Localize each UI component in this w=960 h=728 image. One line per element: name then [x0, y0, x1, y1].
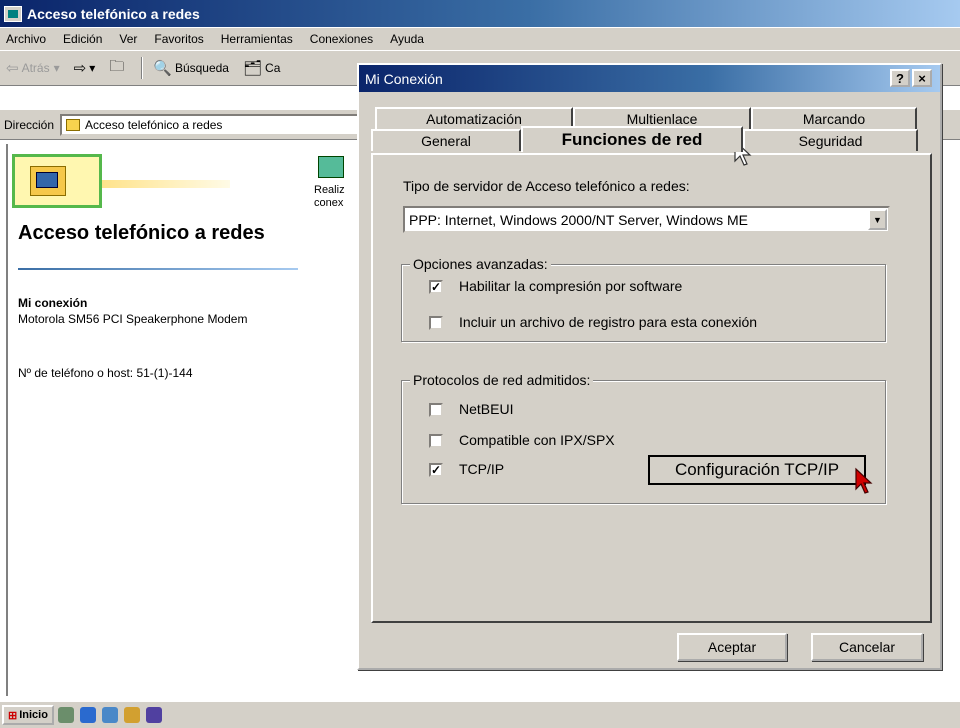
server-type-select[interactable]: PPP: Internet, Windows 2000/NT Server, W…: [403, 206, 890, 233]
menu-edicion[interactable]: Edición: [63, 32, 102, 46]
cancel-button[interactable]: Cancelar: [811, 633, 923, 661]
explorer-title: Acceso telefónico a redes: [27, 5, 200, 22]
taskbar: ⊞ Inicio: [0, 700, 960, 728]
dialog-titlebar: Mi Conexión ? ×: [359, 65, 940, 92]
server-type-value: PPP: Internet, Windows 2000/NT Server, W…: [409, 211, 748, 228]
tcpip-label[interactable]: TCP/IP: [459, 461, 504, 477]
outlook-icon[interactable]: [101, 707, 118, 723]
forward-dropdown-icon: ▾: [89, 61, 96, 75]
connection-name: Mi conexión: [18, 296, 88, 310]
accept-button[interactable]: Aceptar: [677, 633, 787, 661]
folders-button[interactable]: 🗂 Ca: [243, 59, 280, 77]
search-button[interactable]: 🔍 Búsqueda: [153, 59, 229, 77]
dialup-folder-icon: [4, 5, 22, 22]
windows-logo-icon: ⊞: [8, 709, 18, 722]
folders-label: Ca: [265, 61, 281, 75]
back-arrow-icon: ⇦: [6, 60, 19, 77]
explorer-titlebar: Acceso telefónico a redes: [0, 0, 960, 27]
internet-explorer-icon[interactable]: [79, 707, 96, 723]
up-folder-icon: 🗀: [109, 57, 125, 75]
side-panel-rule: [18, 268, 298, 270]
menu-ver[interactable]: Ver: [119, 32, 137, 46]
menu-archivo[interactable]: Archivo: [6, 32, 46, 46]
toolbar-separator: [141, 57, 144, 79]
advanced-options-legend: Opciones avanzadas:: [410, 256, 551, 272]
phone-number: Nº de teléfono o host: 51-(1)-144: [18, 366, 193, 380]
tab-marcando[interactable]: Marcando: [751, 107, 917, 129]
dialog-title-buttons: ? ×: [888, 69, 932, 87]
modem-name: Motorola SM56 PCI Speakerphone Modem: [18, 312, 248, 326]
close-button[interactable]: ×: [912, 69, 932, 87]
ipx-spx-checkbox[interactable]: [429, 434, 443, 448]
forward-button[interactable]: ⇨ ▾: [74, 59, 96, 77]
menu-bar: Archivo Edición Ver Favoritos Herramient…: [0, 28, 960, 50]
tab-seguridad[interactable]: Seguridad: [743, 129, 918, 151]
log-file-label[interactable]: Incluir un archivo de registro para esta…: [459, 314, 757, 330]
tcpip-settings-button[interactable]: Configuración TCP/IP: [648, 455, 866, 485]
back-label: Atrás: [21, 61, 50, 75]
media-player-icon[interactable]: [145, 707, 162, 723]
desktop-quicklaunch-icon[interactable]: [57, 707, 74, 723]
search-label: Búsqueda: [174, 61, 229, 75]
protocols-legend: Protocolos de red admitidos:: [410, 372, 594, 388]
tab-funciones-de-red[interactable]: Funciones de red: [521, 126, 743, 152]
connection-properties-dialog: Mi Conexión ? × Automatización Multienla…: [357, 63, 942, 670]
server-type-label: Tipo de servidor de Acceso telefónico a …: [403, 178, 690, 194]
back-dropdown-icon: ▾: [53, 61, 60, 75]
ipx-spx-label[interactable]: Compatible con IPX/SPX: [459, 432, 615, 448]
red-pointer-icon: [855, 467, 873, 494]
menu-ayuda[interactable]: Ayuda: [390, 32, 424, 46]
compression-checkbox[interactable]: ✓: [429, 280, 443, 294]
log-file-checkbox[interactable]: [429, 316, 443, 330]
menu-conexiones[interactable]: Conexiones: [310, 32, 373, 46]
search-icon: 🔍: [153, 60, 172, 77]
network-computer-icon: [36, 172, 58, 188]
chevron-down-icon[interactable]: ▼: [868, 209, 887, 230]
new-connection-icon: [318, 156, 344, 178]
address-field[interactable]: Acceso telefónico a redes: [60, 113, 391, 136]
forward-arrow-icon: ⇨: [73, 60, 87, 77]
netbeui-checkbox[interactable]: [429, 403, 443, 417]
dialup-folder-small-icon: [66, 118, 81, 131]
paint-icon[interactable]: [123, 707, 140, 723]
start-button[interactable]: ⊞ Inicio: [2, 705, 54, 725]
advanced-options-group: Opciones avanzadas:: [401, 256, 886, 342]
side-panel-title: Acceso telefónico a redes: [18, 222, 265, 244]
menu-favoritos[interactable]: Favoritos: [154, 32, 203, 46]
tcpip-checkbox[interactable]: ✓: [429, 463, 443, 477]
folder-logo: [12, 150, 230, 210]
up-folder-button[interactable]: 🗀: [109, 56, 127, 81]
start-label: Inicio: [19, 709, 48, 721]
compression-label[interactable]: Habilitar la compresión por software: [459, 278, 682, 294]
help-button[interactable]: ?: [890, 69, 910, 87]
menu-herramientas[interactable]: Herramientas: [221, 32, 293, 46]
netbeui-label[interactable]: NetBEUI: [459, 401, 513, 417]
folders-icon: 🗂: [242, 60, 263, 77]
address-label: Dirección: [4, 117, 55, 132]
back-button[interactable]: ⇦ Atrás ▾: [6, 59, 60, 77]
address-value: Acceso telefónico a redes: [85, 117, 223, 132]
tab-general[interactable]: General: [371, 129, 521, 151]
dialog-title: Mi Conexión: [365, 70, 443, 87]
